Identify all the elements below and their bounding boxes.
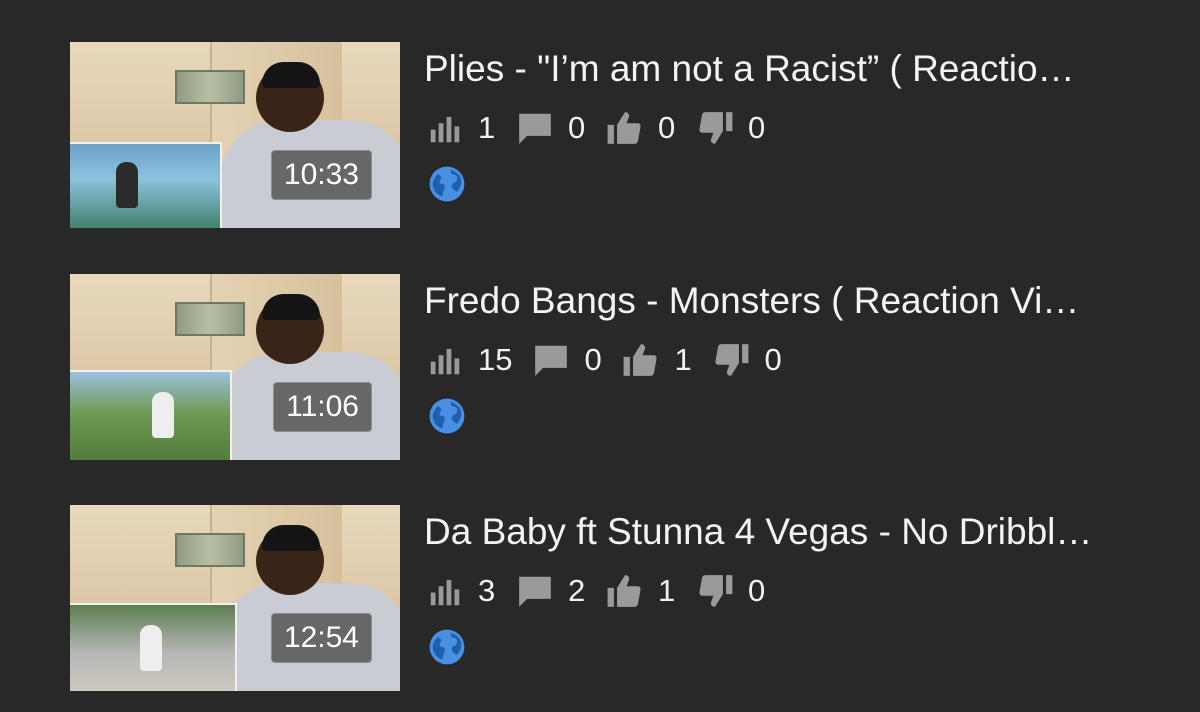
views-count: 15 [478,342,513,377]
views-stat: 15 [426,341,512,379]
globe-icon [428,397,466,435]
video-list: 10:33 Plies - "I’m am not a Racist” ( Re… [0,0,1200,712]
views-count: 3 [478,573,496,608]
comments-count: 0 [584,342,602,377]
video-thumbnail[interactable]: 11:06 [70,274,400,460]
likes-count: 1 [658,573,676,608]
bar-chart-icon [426,109,464,147]
dislikes-stat: 0 [696,572,766,610]
video-list-item[interactable]: 11:06 Fredo Bangs - Monsters ( Reaction … [0,272,1200,462]
dislikes-stat: 0 [712,341,782,379]
thumbs-down-icon [712,341,750,379]
video-title[interactable]: Da Baby ft Stunna 4 Vegas - No Dribbl… [424,509,1184,555]
views-stat: 1 [426,109,496,147]
video-duration: 11:06 [273,382,372,432]
dislikes-stat: 0 [696,109,766,147]
likes-stat: 1 [606,572,676,610]
dislikes-count: 0 [748,110,766,145]
likes-stat: 1 [622,341,692,379]
bar-chart-icon [426,341,464,379]
thumbs-up-icon [606,572,644,610]
comments-count: 0 [568,110,586,145]
comments-stat: 2 [516,572,586,610]
likes-stat: 0 [606,109,676,147]
thumbs-down-icon [696,109,734,147]
video-list-item[interactable]: 12:54 Da Baby ft Stunna 4 Vegas - No Dri… [0,503,1200,693]
inset-video-frame [70,142,222,228]
video-thumbnail[interactable]: 10:33 [70,42,400,228]
thumbs-down-icon [696,572,734,610]
video-thumbnail[interactable]: 12:54 [70,505,400,691]
thumbs-up-icon [622,341,660,379]
thumbs-up-icon [606,109,644,147]
video-duration: 10:33 [270,150,372,200]
likes-count: 1 [674,342,692,377]
video-stats: 3 2 1 0 [426,569,786,613]
video-stats: 1 0 0 0 [426,106,786,150]
globe-icon [428,628,466,666]
comments-stat: 0 [516,109,586,147]
video-duration: 12:54 [270,613,372,663]
comments-stat: 0 [532,341,602,379]
video-stats: 15 0 1 0 [426,338,802,382]
bar-chart-icon [426,572,464,610]
views-count: 1 [478,110,496,145]
video-title[interactable]: Plies - "I’m am not a Racist” ( Reactio… [424,46,1184,92]
video-title[interactable]: Fredo Bangs - Monsters ( Reaction Vi… [424,278,1184,324]
dislikes-count: 0 [764,342,782,377]
views-stat: 3 [426,572,496,610]
likes-count: 0 [658,110,676,145]
comments-count: 2 [568,573,586,608]
comment-icon [516,572,554,610]
inset-video-frame [70,370,232,460]
comment-icon [532,341,570,379]
globe-icon [428,165,466,203]
dislikes-count: 0 [748,573,766,608]
video-list-item[interactable]: 10:33 Plies - "I’m am not a Racist” ( Re… [0,40,1200,230]
comment-icon [516,109,554,147]
